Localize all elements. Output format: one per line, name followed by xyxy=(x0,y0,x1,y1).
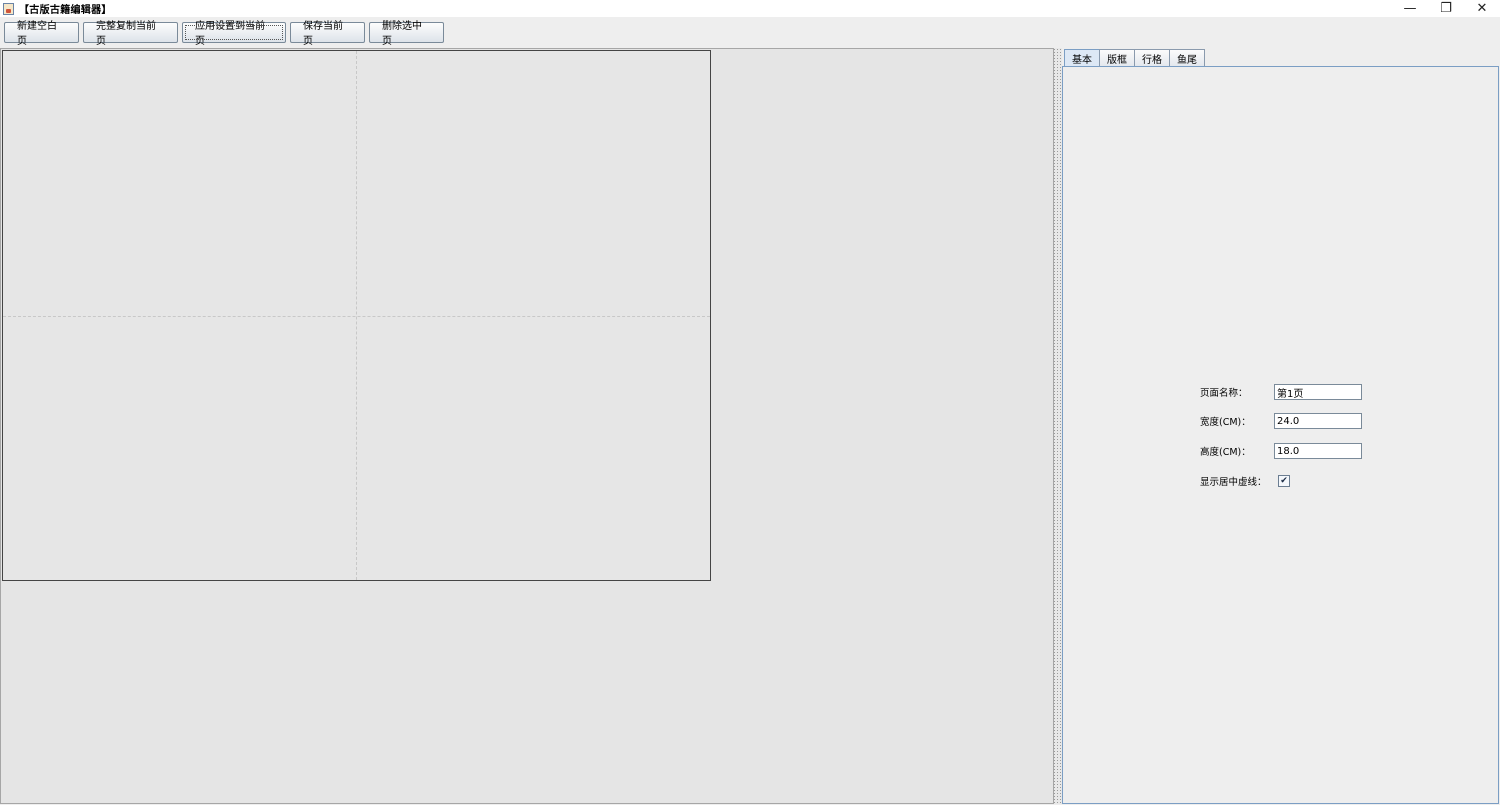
center-guide-horizontal xyxy=(3,316,710,317)
width-label: 宽度(CM)： xyxy=(1200,417,1251,428)
java-app-icon xyxy=(3,2,14,15)
height-input[interactable]: 18.0 xyxy=(1274,443,1362,459)
tab-frame[interactable]: 版框 xyxy=(1099,49,1135,66)
save-page-button[interactable]: 保存当前页 xyxy=(290,21,365,47)
width-row: 宽度(CM)： 24.0 xyxy=(1200,413,1362,429)
settings-panel: 基本 版框 行格 鱼尾 页面名称： 第1页 宽度(CM)： 24.0 高度(CM… xyxy=(1062,48,1500,805)
settings-tabs: 基本 版框 行格 鱼尾 xyxy=(1064,49,1205,67)
page-name-label: 页面名称： xyxy=(1200,388,1248,399)
page-canvas[interactable] xyxy=(2,50,711,581)
duplicate-page-button[interactable]: 完整复制当前页 xyxy=(83,21,178,47)
title-bar: 【古版古籍编辑器】 — ❐ ✕ xyxy=(0,0,1500,17)
toolbar: 新建空白页 完整复制当前页 应用设置到当前页 保存当前页 删除选中页 xyxy=(0,17,1500,47)
tab-grid[interactable]: 行格 xyxy=(1134,49,1170,66)
window-controls: — ❐ ✕ xyxy=(1392,0,1500,17)
center-guides-label: 显示居中虚线： xyxy=(1200,477,1267,488)
delete-page-button[interactable]: 删除选中页 xyxy=(369,21,444,47)
height-row: 高度(CM)： 18.0 xyxy=(1200,443,1362,459)
new-blank-page-button[interactable]: 新建空白页 xyxy=(4,21,79,47)
split-pane-divider[interactable] xyxy=(1054,48,1062,804)
width-input[interactable]: 24.0 xyxy=(1274,413,1362,429)
close-button[interactable]: ✕ xyxy=(1464,0,1500,17)
page-name-row: 页面名称： 第1页 xyxy=(1200,384,1362,400)
minimize-button[interactable]: — xyxy=(1392,0,1428,17)
center-guides-checkbox[interactable]: ✔ xyxy=(1278,475,1290,487)
page-canvas-area[interactable] xyxy=(0,48,1054,804)
tab-content-basic: 页面名称： 第1页 宽度(CM)： 24.0 高度(CM)： 18.0 显示居中… xyxy=(1062,66,1499,804)
apply-settings-button[interactable]: 应用设置到当前页 xyxy=(182,21,286,47)
tab-fishtail[interactable]: 鱼尾 xyxy=(1169,49,1205,66)
restore-button[interactable]: ❐ xyxy=(1428,0,1464,17)
tab-basic[interactable]: 基本 xyxy=(1064,49,1100,67)
window-title: 【古版古籍编辑器】 xyxy=(19,5,112,16)
height-label: 高度(CM)： xyxy=(1200,447,1251,458)
page-name-input[interactable]: 第1页 xyxy=(1274,384,1362,400)
center-guides-row: 显示居中虚线： ✔ xyxy=(1200,474,1290,488)
